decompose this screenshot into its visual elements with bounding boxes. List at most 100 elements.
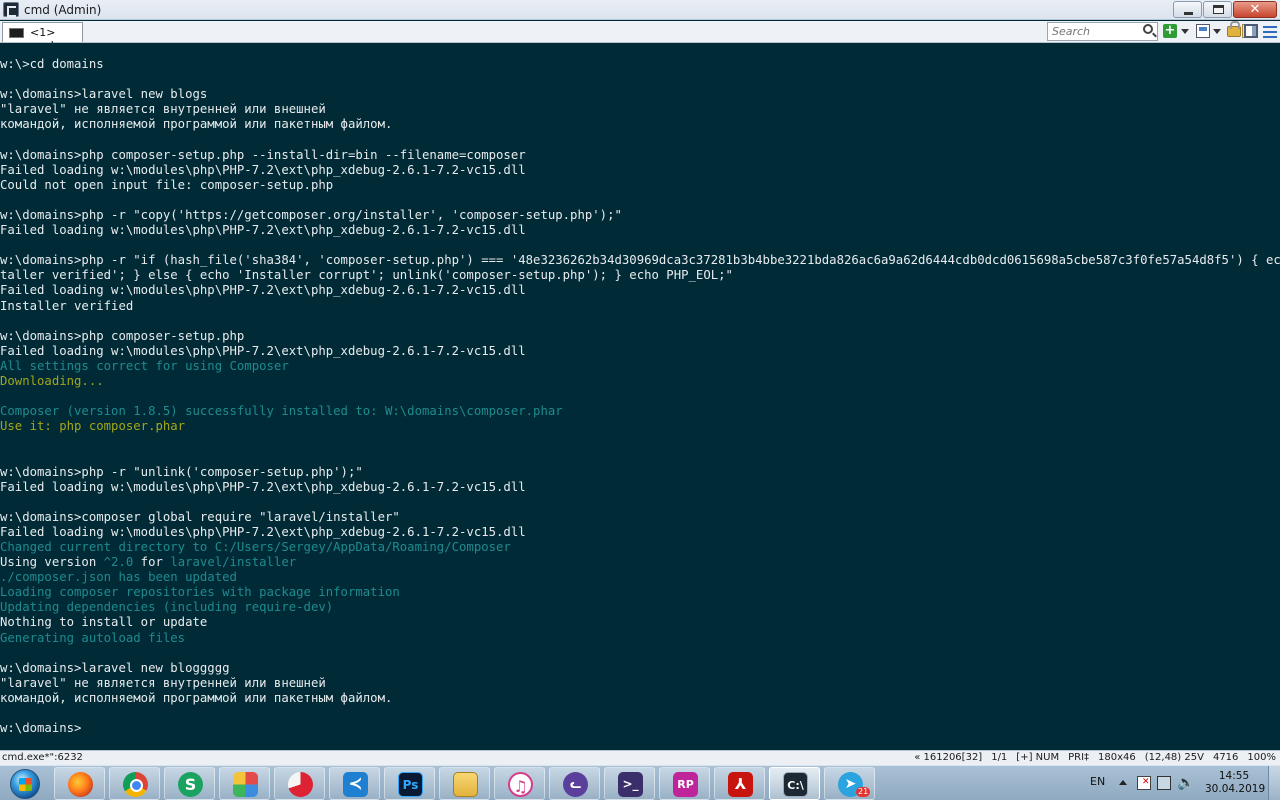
windows-logo-icon — [19, 778, 32, 791]
taskbar: S ≺ Ps ♫ ᓚ >_ RP ⅄ C:\ ➤21 EN 🔈 14:55 30.04.2019 — [0, 765, 1280, 800]
taskbar-app-firefox[interactable] — [54, 767, 105, 800]
status-item: 180x46 — [1098, 752, 1136, 763]
console-line: Could not open input file: composer-setu… — [0, 177, 334, 192]
console-line: Downloading... — [0, 373, 104, 388]
taskbar-app-pdf[interactable]: ⅄ — [714, 767, 765, 800]
console-line: All settings correct for using Composer — [0, 358, 289, 373]
console-line: Generating autoload files — [0, 630, 186, 645]
console-line: w:\>cd domains — [0, 57, 104, 71]
search-icon[interactable] — [1143, 24, 1153, 34]
status-item: 4716 — [1212, 752, 1239, 763]
title-bar[interactable]: cmd (Admin) ✕ — [0, 0, 1280, 20]
status-indicators: « 161206[32] 1/1 [+] NUM PRI‡ 180x46 (12,48) … — [914, 752, 1276, 763]
console-line: Using version ^2.0 for laravel/installer — [0, 555, 1280, 570]
search-input[interactable] — [1047, 22, 1158, 41]
show-desktop-button[interactable] — [1268, 766, 1280, 800]
minimize-icon — [1184, 12, 1193, 15]
start-button[interactable] — [2, 767, 46, 800]
clock-date: 30.04.2019 — [1205, 783, 1266, 795]
minimize-button[interactable] — [1173, 1, 1202, 18]
taskbar-app-rp[interactable]: RP — [659, 767, 710, 800]
console-line: командой, исполняемой программой или пак… — [0, 117, 393, 132]
lock-icon[interactable] — [1227, 21, 1241, 37]
grid-icon — [233, 772, 258, 797]
pdf-icon: ⅄ — [728, 772, 753, 797]
taskbar-app-vscode[interactable]: ≺ — [329, 767, 380, 800]
console-line: Use it: php composer.phar — [0, 419, 186, 434]
console-line: Nothing to install or update — [0, 615, 208, 630]
taskbar-app-cat[interactable]: ᓚ — [549, 767, 600, 800]
taskbar-app-terminal[interactable]: >_ — [604, 767, 655, 800]
network-icon[interactable] — [1157, 776, 1171, 790]
console-line: "laravel" не является внутренней или вне… — [0, 102, 326, 117]
console-line: ./composer.json has been updated — [0, 570, 237, 585]
console-line: w:\domains>composer global require "lara… — [0, 509, 400, 524]
rp-icon: RP — [673, 772, 698, 797]
console-segment: Using version — [0, 555, 104, 570]
volume-icon[interactable]: 🔈 — [1177, 776, 1194, 790]
clock-time: 14:55 — [1218, 770, 1250, 782]
console-app-icon[interactable] — [3, 2, 19, 17]
firefox-icon — [68, 772, 93, 797]
action-center-icon[interactable] — [1137, 776, 1151, 790]
console-line: Updating dependencies (including require… — [0, 600, 334, 615]
console-line: w:\domains>php -r "unlink('composer-setu… — [0, 464, 363, 479]
taskbar-app-s[interactable]: S — [164, 767, 215, 800]
taskbar-app-telegram[interactable]: ➤ 21 — [824, 767, 875, 800]
tab-cmd[interactable]: <1> cmd — [2, 22, 83, 52]
console-line: w:\domains>php -r "copy('https://getcomp… — [0, 207, 622, 222]
console-output[interactable]: w:\>cd domains w:\domains>laravel new blo… — [0, 43, 1280, 750]
console-line: taller verified'; } else { echo 'Install… — [0, 268, 733, 283]
console-line: Failed loading w:\modules\php\PHP-7.2\ex… — [0, 223, 526, 238]
taskbar-app-grid[interactable] — [219, 767, 270, 800]
clock[interactable]: 14:55 30.04.2019 — [1205, 770, 1266, 796]
windows-orb-icon — [10, 769, 40, 799]
vscode-icon: ≺ — [343, 772, 368, 797]
close-button[interactable]: ✕ — [1233, 1, 1277, 18]
console-line: w:\domains>php composer-setup.php --inst… — [0, 147, 526, 162]
window-controls: ✕ — [1173, 1, 1277, 18]
itunes-icon: ♫ — [508, 772, 533, 797]
console-line: w:\domains> — [0, 721, 82, 736]
maximize-icon — [1213, 5, 1224, 14]
console-line: w:\domains>php composer-setup.php — [0, 328, 245, 343]
status-item: (12,48) 25V — [1144, 752, 1204, 763]
photoshop-icon: Ps — [398, 772, 423, 797]
console-line: Changed current directory to C:/Users/Se… — [0, 540, 511, 554]
maximize-button[interactable] — [1203, 1, 1232, 18]
taskbar-app-itunes[interactable]: ♫ — [494, 767, 545, 800]
taskbar-app-photoshop[interactable]: Ps — [384, 767, 435, 800]
console-line: Failed loading w:\modules\php\PHP-7.2\ex… — [0, 524, 526, 539]
status-item: [+] NUM — [1016, 752, 1060, 763]
menu-icon[interactable] — [1263, 26, 1277, 38]
taskbar-app-chrome[interactable] — [109, 767, 160, 800]
taskbar-app-folder[interactable] — [439, 767, 490, 800]
status-process: cmd.exe*":6232 — [2, 752, 83, 763]
console-line: Failed loading w:\modules\php\PHP-7.2\ex… — [0, 343, 526, 358]
console-line: w:\domains>php -r "if (hash_file('sha384… — [0, 253, 1280, 268]
console-line: командой, исполняемой программой или пак… — [0, 690, 393, 705]
chevron-down-icon[interactable] — [1213, 24, 1221, 38]
panel-icon[interactable] — [1244, 24, 1258, 38]
taskbar-app-cmd[interactable]: C:\ — [769, 767, 820, 800]
new-console-icon[interactable]: + — [1163, 24, 1177, 38]
console-line: Failed loading w:\modules\php\PHP-7.2\ex… — [0, 479, 526, 494]
console-line: w:\domains>laravel new blogs — [0, 87, 208, 102]
chevron-down-icon[interactable] — [1181, 24, 1189, 38]
taskbar-app-ccleaner[interactable] — [274, 767, 325, 800]
view-icon[interactable] — [1196, 24, 1210, 38]
language-indicator[interactable]: EN — [1090, 775, 1105, 788]
chrome-icon — [123, 772, 148, 797]
window-title: cmd (Admin) — [24, 3, 102, 17]
status-bar: cmd.exe*":6232 « 161206[32] 1/1 [+] NUM PRI… — [0, 750, 1280, 765]
cmd-icon — [9, 28, 24, 38]
show-hidden-icons-icon[interactable] — [1119, 780, 1127, 785]
